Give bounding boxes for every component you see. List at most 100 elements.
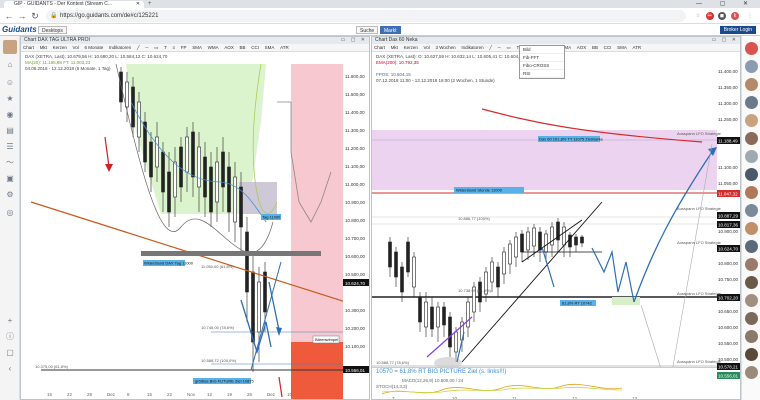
right-chart-canvas[interactable]: 11.400,00 11.350,00 11.300,00 11.250,00 … bbox=[372, 52, 741, 400]
toolbar-wma[interactable]: WMA bbox=[206, 44, 221, 51]
avatar[interactable] bbox=[745, 150, 758, 163]
avatar[interactable] bbox=[745, 366, 758, 379]
toolbar-indicators[interactable]: Indikatoren bbox=[107, 44, 133, 51]
toolbar-hline-icon[interactable]: ─ bbox=[143, 44, 150, 51]
globe-icon[interactable]: ◎ bbox=[5, 208, 15, 218]
extension-icon[interactable]: ◼ bbox=[718, 12, 726, 20]
price-tag-a: 10.887,29 bbox=[718, 214, 739, 219]
toolbar-cci[interactable]: CCI bbox=[249, 44, 261, 51]
avatar[interactable] bbox=[745, 312, 758, 325]
window-controls[interactable]: — ▢ ✕ bbox=[696, 0, 756, 8]
panel-window-controls[interactable]: ▭ ▢ ✕ bbox=[341, 37, 367, 44]
avatar[interactable] bbox=[745, 96, 758, 109]
toolbar-sma2[interactable]: SMA bbox=[263, 44, 277, 51]
avatar[interactable] bbox=[745, 132, 758, 145]
avatar[interactable] bbox=[745, 114, 758, 127]
toolbar-text-icon[interactable]: T bbox=[162, 44, 169, 51]
toolbar-fib-icon[interactable]: ≡ bbox=[170, 44, 177, 51]
avatar[interactable] bbox=[745, 42, 758, 55]
toolbar-range[interactable]: 3 Wochen bbox=[433, 44, 457, 51]
popup-item[interactable]: Fib-FFT bbox=[520, 54, 564, 62]
avatar[interactable] bbox=[745, 330, 758, 343]
collapse-icon[interactable]: ‹ bbox=[5, 364, 15, 374]
toolbar-mkt[interactable]: Mkt bbox=[389, 44, 400, 51]
toolbar-draw-icon[interactable]: ╱ bbox=[135, 44, 142, 51]
toolbar-vol[interactable]: Vol bbox=[422, 44, 432, 51]
avatar[interactable] bbox=[745, 258, 758, 271]
toolbar-aox[interactable]: AOX bbox=[575, 44, 589, 51]
eye-icon[interactable]: ◉ bbox=[5, 110, 15, 120]
search-button[interactable]: Suche bbox=[356, 26, 379, 34]
avatar[interactable] bbox=[745, 204, 758, 217]
tab-title: GIP - GUIDANTS - Der Kontext (Stream C..… bbox=[14, 1, 112, 7]
forward-arrow-icon[interactable]: → bbox=[17, 11, 27, 21]
toolbar-chart[interactable]: Chart bbox=[21, 44, 36, 51]
extension-icon[interactable]: ⛔ bbox=[706, 12, 714, 20]
person-icon[interactable]: ☺ bbox=[5, 78, 15, 88]
close-icon[interactable]: ✕ bbox=[136, 1, 140, 8]
toolbar-bb[interactable]: BB bbox=[238, 44, 248, 51]
lock-icon[interactable]: ▢ bbox=[5, 348, 15, 358]
new-tab-icon[interactable]: + bbox=[148, 1, 156, 7]
avatar[interactable] bbox=[3, 40, 17, 54]
settings-icon[interactable]: ⚙ bbox=[5, 190, 15, 200]
avatar[interactable] bbox=[745, 348, 758, 361]
table-icon[interactable]: ▤ bbox=[5, 126, 15, 136]
svg-text:10.550,00: 10.550,00 bbox=[718, 341, 739, 346]
toolbar-fp[interactable]: FP bbox=[179, 44, 189, 51]
info-icon[interactable]: ⓘ bbox=[5, 332, 15, 342]
chart-icon[interactable]: 〜 bbox=[5, 158, 15, 168]
toolbar-mkt[interactable]: Mkt bbox=[38, 44, 49, 51]
popup-item[interactable]: Fibo-CROSS bbox=[520, 62, 564, 70]
browser-tab[interactable]: GIP - GUIDANTS - Der Kontext (Stream C..… bbox=[4, 1, 144, 8]
avatar[interactable] bbox=[745, 78, 758, 91]
left-chart-title: Chart DAX TAG ULTRA PROI ▭ ▢ ✕ bbox=[21, 37, 369, 44]
market-button[interactable]: Markt bbox=[380, 26, 401, 34]
price-tag-d: 10.702,20 bbox=[718, 296, 739, 301]
popup-item[interactable]: RSI bbox=[520, 70, 564, 78]
toolbar-vol[interactable]: Vol bbox=[71, 44, 81, 51]
panel-window-controls[interactable]: ▭ ▢ ✕ bbox=[712, 37, 738, 44]
toolbar-indicators[interactable]: Indikatoren bbox=[459, 44, 485, 51]
home-icon[interactable]: ⌂ bbox=[5, 60, 15, 70]
avatar[interactable] bbox=[745, 240, 758, 253]
avatar[interactable] bbox=[745, 186, 758, 199]
toolbar-bb[interactable]: BB bbox=[590, 44, 600, 51]
plus-icon[interactable]: + bbox=[5, 316, 15, 326]
left-chart-canvas[interactable]: 11.600,00 11.500,00 11.400,00 11.300,00 … bbox=[21, 52, 370, 400]
reload-icon[interactable]: ↻ bbox=[30, 11, 40, 21]
profile-icon[interactable]: k bbox=[731, 12, 739, 20]
svg-text:11.300,00: 11.300,00 bbox=[718, 101, 738, 106]
toolbar-cci[interactable]: CCI bbox=[602, 44, 614, 51]
price-tag-e: 10.578,21 bbox=[718, 365, 739, 370]
toolbar-hline-icon[interactable]: ─ bbox=[496, 44, 503, 51]
toolbar-aox[interactable]: AOX bbox=[222, 44, 236, 51]
toolbar-atr[interactable]: ATR bbox=[631, 44, 644, 51]
toolbar-chart[interactable]: Chart bbox=[372, 44, 387, 51]
toolbar-atr[interactable]: ATR bbox=[278, 44, 291, 51]
url-field[interactable]: 🔒 https://go.guidants.com/de#c/125221 bbox=[46, 10, 686, 22]
toolbar-rect-icon[interactable]: ▭ bbox=[505, 44, 513, 51]
star-icon[interactable]: ☆ bbox=[694, 12, 702, 20]
toolbar-type[interactable]: Kerzen bbox=[402, 44, 420, 51]
broker-login-button[interactable]: Broker Login bbox=[719, 26, 756, 34]
toolbar-draw-icon[interactable]: ╱ bbox=[487, 44, 494, 51]
back-arrow-icon[interactable]: ← bbox=[4, 11, 14, 21]
avatar[interactable] bbox=[745, 294, 758, 307]
star-icon[interactable]: ★ bbox=[5, 94, 15, 104]
avatar[interactable] bbox=[745, 60, 758, 73]
popup-item[interactable]: Bild bbox=[520, 46, 564, 54]
left-legend-1: DAX (XETRA, Last): 10.679,56 H: 10.680,2… bbox=[25, 54, 168, 59]
desktops-button[interactable]: Desktops bbox=[38, 26, 67, 34]
list-icon[interactable]: ☰ bbox=[5, 142, 15, 152]
toolbar-type[interactable]: Kerzen bbox=[51, 44, 69, 51]
avatar[interactable] bbox=[745, 276, 758, 289]
toolbar-range[interactable]: 6 Monate bbox=[82, 44, 105, 51]
avatar[interactable] bbox=[745, 222, 758, 235]
menu-icon[interactable]: ⋮ bbox=[746, 12, 754, 20]
toolbar-sma[interactable]: SMA bbox=[190, 44, 204, 51]
toolbar-sma2[interactable]: SMA bbox=[615, 44, 629, 51]
toolbar-rect-icon[interactable]: ▭ bbox=[152, 44, 160, 51]
folder-icon[interactable]: ▣ bbox=[5, 174, 15, 184]
avatar[interactable] bbox=[745, 168, 758, 181]
